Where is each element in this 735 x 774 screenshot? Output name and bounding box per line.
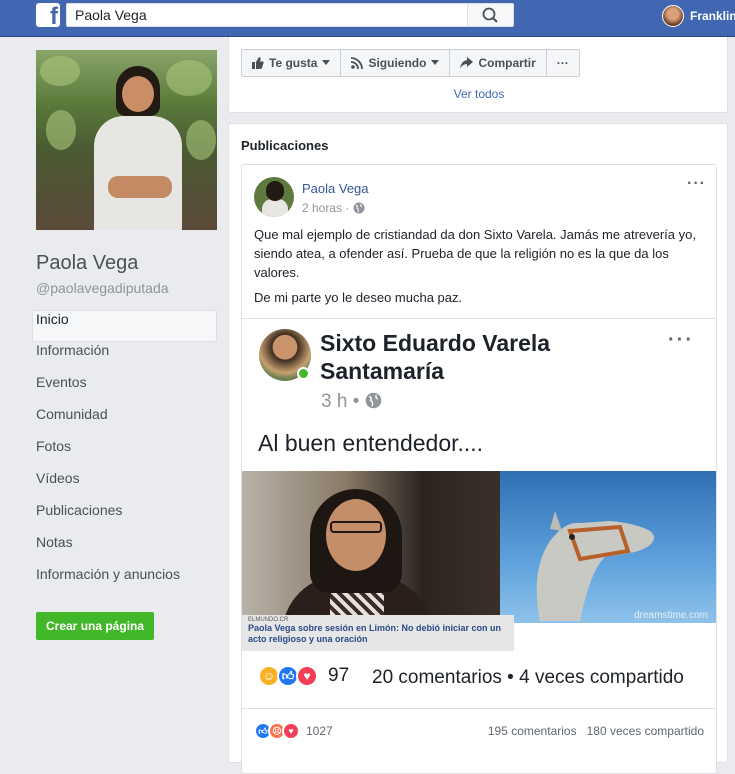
search-icon — [482, 7, 498, 23]
search-box — [66, 3, 514, 27]
nav-item-videos[interactable]: Vídeos — [32, 470, 217, 502]
shared-caption: Al buen entendedor.... — [258, 430, 484, 456]
news-caption: ELMUNDO.CR Paola Vega sobre sesión en Li… — [242, 615, 514, 651]
see-all-link[interactable]: Ver todos — [229, 87, 729, 101]
watermark-text: dreamstime.com — [634, 610, 708, 621]
post-author[interactable]: Paola Vega — [302, 181, 369, 196]
section-title: Publicaciones — [241, 138, 329, 153]
user-profile-link[interactable]: Franklin — [662, 4, 735, 28]
post-footer: 👍︎ ☹ ♥ 1027 195 comentarios 180 veces co… — [242, 708, 716, 758]
avatar — [662, 5, 684, 27]
shared-screenshot[interactable]: Sixto Eduardo Varela Santamaría 3 h • ··… — [242, 318, 716, 708]
search-input[interactable] — [67, 4, 467, 26]
like-page-button[interactable]: Te gusta — [241, 49, 342, 77]
publications-card: Publicaciones Paola Vega 2 horas · ··· Q… — [228, 123, 728, 774]
user-name: Franklin — [690, 9, 735, 23]
horse-photo: dreamstime.com — [500, 471, 716, 623]
thumbs-up-icon — [252, 57, 264, 69]
more-options-button[interactable]: ··· — [545, 49, 580, 77]
globe-icon — [353, 202, 365, 214]
nav-item-informacion[interactable]: Información — [32, 342, 217, 374]
share-icon — [460, 57, 474, 69]
top-bar: f Franklin — [0, 0, 735, 37]
left-column: Paola Vega @paolavegadiputada Inicio Inf… — [32, 50, 218, 640]
page-title: Paola Vega — [36, 252, 139, 274]
chevron-down-icon — [431, 60, 440, 65]
nav-item-comunidad[interactable]: Comunidad — [32, 406, 217, 438]
post: Paola Vega 2 horas · ··· Que mal ejemplo… — [241, 164, 717, 774]
shared-reactions: ☺ 👍︎ ♥ 97 — [258, 665, 349, 687]
chevron-down-icon — [322, 60, 331, 65]
comments-count-link[interactable]: 195 comentarios — [488, 724, 577, 738]
facebook-logo-icon[interactable]: f — [36, 3, 60, 27]
reactions-summary[interactable]: 👍︎ ☹ ♥ 1027 — [254, 722, 333, 740]
shared-stats: 20 comentarios • 4 veces compartido — [372, 667, 684, 688]
following-button[interactable]: Siguiendo — [340, 49, 451, 77]
nav-item-publicaciones[interactable]: Publicaciones — [32, 502, 217, 534]
page-nav: Inicio Información Eventos Comunidad Fot… — [32, 310, 218, 598]
share-button[interactable]: Compartir — [449, 49, 547, 77]
nav-item-fotos[interactable]: Fotos — [32, 438, 217, 470]
online-indicator-icon — [297, 367, 310, 380]
love-reaction-icon: ♥ — [296, 665, 318, 687]
search-button[interactable] — [467, 4, 513, 26]
post-stats: 195 comentarios 180 veces compartido — [488, 724, 704, 738]
page-actions-card: Te gusta Siguiendo Compartir ··· Ver tod… — [228, 37, 728, 113]
post-options-button[interactable]: ··· — [687, 175, 706, 193]
profile-picture[interactable] — [36, 50, 217, 230]
avatar[interactable] — [254, 177, 294, 217]
nav-item-inicio[interactable]: Inicio — [32, 310, 217, 342]
nav-item-eventos[interactable]: Eventos — [32, 374, 217, 406]
nav-item-info-anuncios[interactable]: Información y anuncios — [32, 566, 217, 598]
shared-options-icon: ··· — [668, 329, 694, 351]
create-page-button[interactable]: Crear una página — [36, 612, 155, 640]
shared-author: Sixto Eduardo Varela Santamaría — [320, 330, 551, 384]
shared-timestamp: 3 h • — [321, 391, 382, 413]
shares-count-link[interactable]: 180 veces compartido — [587, 724, 704, 738]
post-timestamp[interactable]: 2 horas · — [302, 201, 365, 215]
globe-icon — [365, 392, 381, 409]
nav-item-notas[interactable]: Notas — [32, 534, 217, 566]
page-handle[interactable]: @paolavegadiputada — [36, 280, 218, 296]
love-reaction-icon: ♥ — [282, 722, 300, 740]
rss-icon — [351, 57, 364, 69]
post-text: Que mal ejemplo de cristiandad da don Si… — [254, 227, 696, 305]
